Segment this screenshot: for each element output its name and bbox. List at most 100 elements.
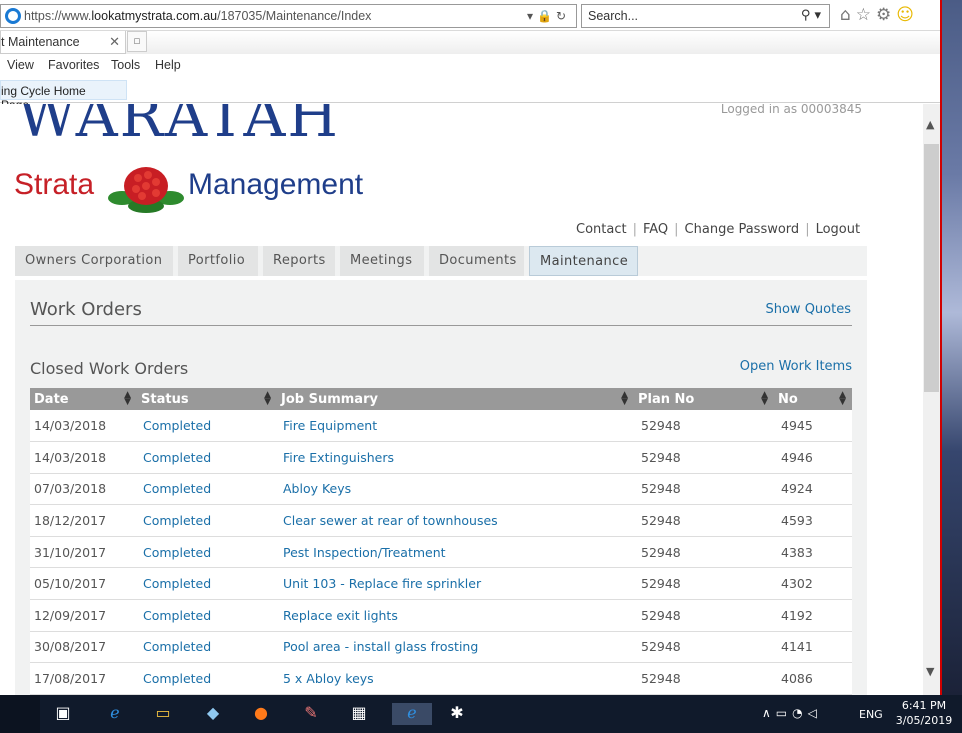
menu-bar: View Favorites Tools Help bbox=[0, 54, 940, 78]
new-tab-button[interactable]: ▫ bbox=[127, 31, 147, 52]
column-job-summary[interactable]: Job Summary ▲ ▼ bbox=[277, 388, 634, 410]
nav-maintenance[interactable]: Maintenance bbox=[529, 246, 638, 276]
task-view-icon[interactable]: ▣ bbox=[52, 703, 74, 725]
sort-icon[interactable]: ▲ ▼ bbox=[839, 391, 846, 407]
windows-start-button[interactable] bbox=[0, 695, 40, 733]
chevron-down-icon[interactable]: ▼ bbox=[926, 665, 934, 678]
menu-tools[interactable]: Tools bbox=[111, 58, 140, 72]
ie-taskbar-icon[interactable]: ℯ bbox=[392, 703, 432, 725]
cell-job-summary-link[interactable]: Fire Extinguishers bbox=[277, 441, 634, 474]
cell-status-link[interactable]: Completed bbox=[137, 504, 277, 537]
cell-job-summary-link[interactable]: Abloy Keys bbox=[277, 473, 634, 506]
nav-owners-corporation[interactable]: Owners Corporation bbox=[15, 246, 173, 276]
cell-job-summary-link[interactable]: 5 x Abloy keys bbox=[277, 662, 634, 695]
menu-view[interactable]: View bbox=[7, 58, 34, 72]
sort-icon[interactable]: ▲ ▼ bbox=[761, 391, 768, 407]
paint-icon[interactable]: ✎ bbox=[300, 703, 322, 725]
column-label: Status bbox=[141, 391, 189, 407]
divider: | bbox=[632, 222, 637, 237]
sort-icon[interactable]: ▲ ▼ bbox=[124, 391, 131, 407]
logged-in-status: Logged in as 00003845 bbox=[720, 104, 862, 116]
language-indicator[interactable]: ENG bbox=[859, 708, 883, 721]
system-tray[interactable]: ∧▭◔◁ bbox=[762, 706, 822, 720]
chevron-up-icon[interactable]: ▲ bbox=[926, 118, 934, 131]
edge-icon[interactable]: ℯ bbox=[104, 703, 126, 725]
link-logout[interactable]: Logout bbox=[816, 222, 861, 237]
lock-icon[interactable]: 🔒 bbox=[537, 9, 556, 23]
search-icon[interactable]: ⚲ ▾ bbox=[801, 8, 821, 23]
open-work-items-link[interactable]: Open Work Items bbox=[740, 359, 852, 374]
table-header-row: Date ▲ ▼ Status ▲ ▼ Job Summary ▲ ▼ Plan No ▲ ▼ … bbox=[30, 388, 852, 410]
url-text: https://www.lookatmystrata.com.au/187035… bbox=[24, 9, 372, 23]
cell-job-summary-link[interactable]: Fire Equipment bbox=[277, 410, 634, 443]
home-icon[interactable]: ⌂ bbox=[840, 5, 856, 25]
chevron-down-icon[interactable]: ▾ bbox=[527, 9, 537, 23]
gear-icon[interactable]: ⚙ bbox=[876, 5, 896, 25]
cell-status-link[interactable]: Completed bbox=[137, 567, 277, 601]
vertical-scrollbar[interactable]: ▲ ▼ bbox=[923, 104, 940, 695]
nav-meetings[interactable]: Meetings bbox=[340, 246, 424, 276]
cell-status-link[interactable]: Completed bbox=[137, 410, 277, 443]
cell-status-link[interactable]: Completed bbox=[137, 631, 277, 664]
table-row: 14/03/2018 Completed Fire Extinguishers 529… bbox=[30, 441, 852, 474]
refresh-icon[interactable]: ↻ bbox=[556, 9, 570, 23]
cell-status-link[interactable]: Completed bbox=[137, 473, 277, 506]
close-icon[interactable]: ✕ bbox=[109, 34, 120, 50]
gimp-icon[interactable]: ✱ bbox=[446, 703, 468, 725]
logo-strata: Strata bbox=[14, 168, 95, 201]
sort-icon[interactable]: ▲ ▼ bbox=[621, 391, 628, 407]
link-change-password[interactable]: Change Password bbox=[685, 222, 800, 237]
cell-plan-no: 52948 bbox=[634, 631, 774, 664]
column-status[interactable]: Status ▲ ▼ bbox=[137, 388, 277, 410]
chevron-up-icon[interactable]: ∧ bbox=[762, 706, 776, 720]
clock[interactable]: 6:41 PM 3/05/2019 bbox=[894, 698, 954, 728]
file-explorer-icon[interactable]: ▭ bbox=[152, 703, 174, 725]
column-plan-no[interactable]: Plan No ▲ ▼ bbox=[634, 388, 774, 410]
cell-status-link[interactable]: Completed bbox=[137, 441, 277, 474]
tab-label: t Maintenance bbox=[1, 35, 80, 49]
cell-no: 4141 bbox=[774, 631, 852, 664]
column-date[interactable]: Date ▲ ▼ bbox=[30, 388, 137, 410]
cell-job-summary-link[interactable]: Replace exit lights bbox=[277, 599, 634, 632]
menu-help[interactable]: Help bbox=[155, 58, 181, 72]
cell-job-summary-link[interactable]: Pool area - install glass frosting bbox=[277, 631, 634, 664]
cell-job-summary-link[interactable]: Clear sewer at rear of townhouses bbox=[277, 504, 634, 537]
url-field[interactable]: https://www.lookatmystrata.com.au/187035… bbox=[0, 4, 577, 28]
sort-icon[interactable]: ▲ ▼ bbox=[264, 391, 271, 407]
cell-status-link[interactable]: Completed bbox=[137, 599, 277, 632]
nav-portfolio[interactable]: Portfolio bbox=[178, 246, 258, 276]
volume-icon[interactable]: ◁ bbox=[808, 706, 822, 720]
firefox-icon[interactable]: ● bbox=[250, 703, 272, 725]
cell-no: 4924 bbox=[774, 473, 852, 506]
menu-favorites[interactable]: Favorites bbox=[48, 58, 99, 72]
calculator-icon[interactable]: ▦ bbox=[348, 703, 370, 725]
scrollbar-thumb[interactable] bbox=[924, 144, 939, 392]
column-no[interactable]: No ▲ ▼ bbox=[774, 388, 852, 410]
search-input[interactable]: Search... ⚲ ▾ bbox=[581, 4, 830, 28]
app-icon[interactable]: ◆ bbox=[202, 703, 224, 725]
wifi-icon[interactable]: ◔ bbox=[792, 706, 807, 720]
cell-job-summary-link[interactable]: Unit 103 - Replace fire sprinkler bbox=[277, 567, 634, 601]
battery-icon[interactable]: ▭ bbox=[776, 706, 792, 720]
table-row: 31/10/2017 Completed Pest Inspection/Treat… bbox=[30, 536, 852, 569]
cell-status-link[interactable]: Completed bbox=[137, 536, 277, 569]
favorite-link[interactable]: ing Cycle Home Page... bbox=[0, 80, 127, 112]
cell-date: 17/08/2017 bbox=[30, 662, 137, 695]
smiley-icon[interactable]: ☺ bbox=[896, 5, 919, 25]
cell-job-summary-link[interactable]: Pest Inspection/Treatment bbox=[277, 536, 634, 569]
cell-status-link[interactable]: Completed bbox=[137, 662, 277, 695]
cell-date: 31/10/2017 bbox=[30, 536, 137, 569]
link-faq[interactable]: FAQ bbox=[643, 222, 668, 237]
cell-date: 14/03/2018 bbox=[30, 441, 137, 474]
url-controls[interactable]: ▾🔒↻ bbox=[527, 9, 570, 23]
link-contact[interactable]: Contact bbox=[576, 222, 627, 237]
show-quotes-link[interactable]: Show Quotes bbox=[765, 302, 851, 317]
nav-reports[interactable]: Reports bbox=[263, 246, 335, 276]
nav-documents[interactable]: Documents bbox=[429, 246, 524, 276]
star-icon[interactable]: ☆ bbox=[856, 5, 876, 25]
tab-maintenance[interactable]: t Maintenance ✕ bbox=[0, 31, 126, 54]
section-title: Closed Work Orders bbox=[30, 359, 189, 378]
cell-date: 14/03/2018 bbox=[30, 410, 137, 443]
work-orders-table: Date ▲ ▼ Status ▲ ▼ Job Summary ▲ ▼ Plan No ▲ ▼ … bbox=[30, 388, 852, 695]
cell-plan-no: 52948 bbox=[634, 662, 774, 695]
